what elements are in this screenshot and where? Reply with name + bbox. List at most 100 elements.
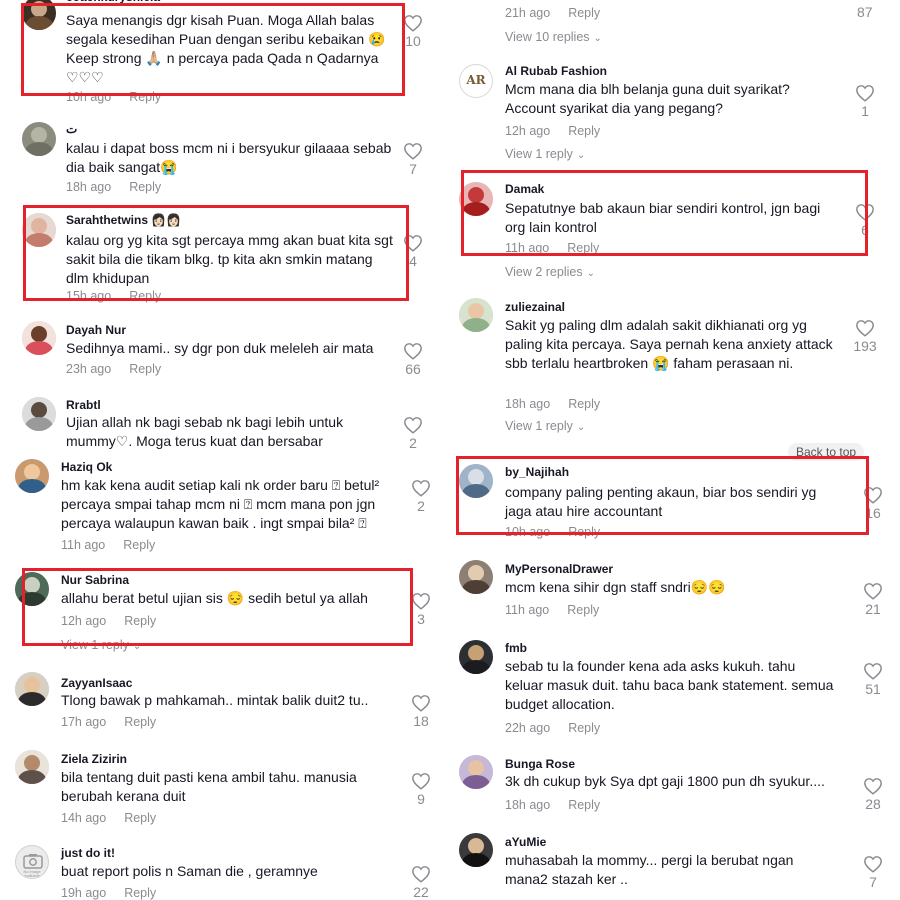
comment-time: 18h ago: [66, 180, 112, 194]
like-count: 9: [417, 791, 425, 807]
avatar[interactable]: [22, 122, 56, 156]
like-button[interactable]: 51: [863, 662, 883, 697]
reply-button[interactable]: Reply: [124, 715, 156, 729]
avatar[interactable]: [459, 640, 493, 674]
avatar[interactable]: [15, 750, 49, 784]
comment-meta: 22h ago Reply: [505, 721, 600, 735]
reply-button[interactable]: Reply: [568, 124, 600, 138]
heart-icon: [863, 855, 883, 873]
like-button[interactable]: 2: [403, 416, 423, 451]
avatar[interactable]: AR: [459, 64, 493, 98]
like-count: 51: [865, 681, 881, 697]
avatar[interactable]: [15, 459, 49, 493]
like-button[interactable]: 7: [403, 142, 423, 177]
comment-meta: 14h ago Reply: [61, 811, 156, 825]
highlight-box: [461, 170, 868, 256]
like-button[interactable]: 21: [863, 582, 883, 617]
comment-username[interactable]: fmb: [505, 641, 527, 655]
like-button[interactable]: 28: [863, 777, 883, 812]
comment-username[interactable]: Dayah Nur: [66, 323, 126, 337]
like-button[interactable]: 2: [411, 479, 431, 514]
comment-meta: 11h ago Reply: [505, 603, 599, 617]
avatar[interactable]: No image available: [15, 845, 49, 879]
like-button[interactable]: 18: [411, 694, 431, 729]
comment-meta: 21h ago Reply: [505, 6, 600, 20]
avatar[interactable]: [459, 833, 493, 867]
view-replies-label: View 10 replies: [505, 30, 590, 44]
comment-time: 11h ago: [505, 603, 550, 617]
comment-meta: 18h ago Reply: [505, 798, 600, 812]
like-button[interactable]: 7: [863, 855, 883, 890]
view-replies-button[interactable]: View 1 reply ⌄: [505, 147, 585, 161]
view-replies-button[interactable]: View 10 replies ⌄: [505, 30, 602, 44]
like-button[interactable]: 3: [411, 592, 431, 627]
comments-column-right: 21h ago Reply 87 View 10 replies ⌄ AR Al R…: [450, 0, 900, 900]
heart-icon: [855, 319, 875, 337]
reply-button[interactable]: Reply: [129, 180, 161, 194]
highlight-box: [23, 205, 409, 301]
view-replies-button[interactable]: View 1 reply ⌄: [505, 419, 585, 433]
like-count: 1: [861, 103, 869, 119]
comment-text: sebab tu la founder kena ada asks kukuh.…: [505, 658, 834, 712]
like-count: 21: [865, 601, 881, 617]
comment-username[interactable]: Rrabtl: [66, 398, 101, 412]
reply-button[interactable]: Reply: [567, 603, 599, 617]
reply-button[interactable]: Reply: [568, 6, 600, 20]
reply-button[interactable]: Reply: [123, 538, 155, 552]
heart-icon: [403, 416, 423, 434]
comment-time: 11h ago: [61, 538, 106, 552]
comment-time: 12h ago: [505, 124, 551, 138]
comment-username[interactable]: Ziela Zizirin: [61, 752, 127, 766]
brand-logo: AR: [466, 73, 486, 87]
like-count: 66: [405, 361, 421, 377]
like-count: 22: [413, 884, 429, 900]
avatar[interactable]: [459, 560, 493, 594]
avatar[interactable]: [459, 298, 493, 332]
highlight-box: [21, 3, 405, 96]
view-replies-label: View 1 reply: [505, 147, 573, 161]
like-count: 7: [869, 874, 877, 890]
comment-text: Sedihnya mami.. sy dgr pon duk meleleh a…: [66, 340, 374, 356]
heart-icon: [411, 479, 431, 497]
view-replies-button[interactable]: View 2 replies ⌄: [505, 265, 595, 279]
reply-button[interactable]: Reply: [568, 798, 600, 812]
comment-time: 21h ago: [505, 6, 551, 20]
reply-button[interactable]: Reply: [124, 886, 156, 900]
comment-username[interactable]: Al Rubab Fashion: [505, 64, 607, 78]
avatar[interactable]: [15, 672, 49, 706]
like-button[interactable]: 1: [855, 84, 875, 119]
comment-time: 18h ago: [505, 397, 551, 411]
comment-username[interactable]: just do it!: [61, 846, 115, 860]
comment-meta: 17h ago Reply: [61, 715, 156, 729]
comment-text: kalau i dapat boss mcm ni i bersyukur gi…: [66, 140, 392, 175]
heart-icon: [403, 342, 423, 360]
avatar[interactable]: [459, 755, 493, 789]
comment-username[interactable]: Haziq Ok: [61, 460, 112, 474]
like-button[interactable]: 10: [403, 14, 423, 49]
heart-icon: [411, 865, 431, 883]
view-replies-label: View 1 reply: [505, 419, 573, 433]
like-button[interactable]: 66: [403, 342, 423, 377]
like-count: 18: [413, 713, 429, 729]
avatar[interactable]: [22, 397, 56, 431]
heart-icon: [403, 142, 423, 160]
camera-icon: [23, 854, 43, 869]
comment-username[interactable]: ت: [66, 122, 77, 136]
comment-username[interactable]: Bunga Rose: [505, 757, 575, 771]
like-button[interactable]: 22: [411, 865, 431, 900]
comment-text: buat report polis n Saman die , geramnye: [61, 863, 318, 879]
like-count: 28: [865, 796, 881, 812]
avatar[interactable]: [22, 321, 56, 355]
comment-meta: 11h ago Reply: [61, 538, 155, 552]
like-button[interactable]: 193: [850, 319, 880, 354]
like-button[interactable]: 9: [411, 772, 431, 807]
comment-username[interactable]: ZayyanIsaac: [61, 676, 132, 690]
chevron-down-icon: ⌄: [593, 33, 602, 44]
comment-username[interactable]: MyPersonalDrawer: [505, 562, 613, 576]
reply-button[interactable]: Reply: [568, 397, 600, 411]
reply-button[interactable]: Reply: [568, 721, 600, 735]
comment-username[interactable]: aYuMie: [505, 835, 546, 849]
reply-button[interactable]: Reply: [129, 362, 161, 376]
reply-button[interactable]: Reply: [124, 811, 156, 825]
comment-username[interactable]: zuliezainal: [505, 300, 565, 314]
